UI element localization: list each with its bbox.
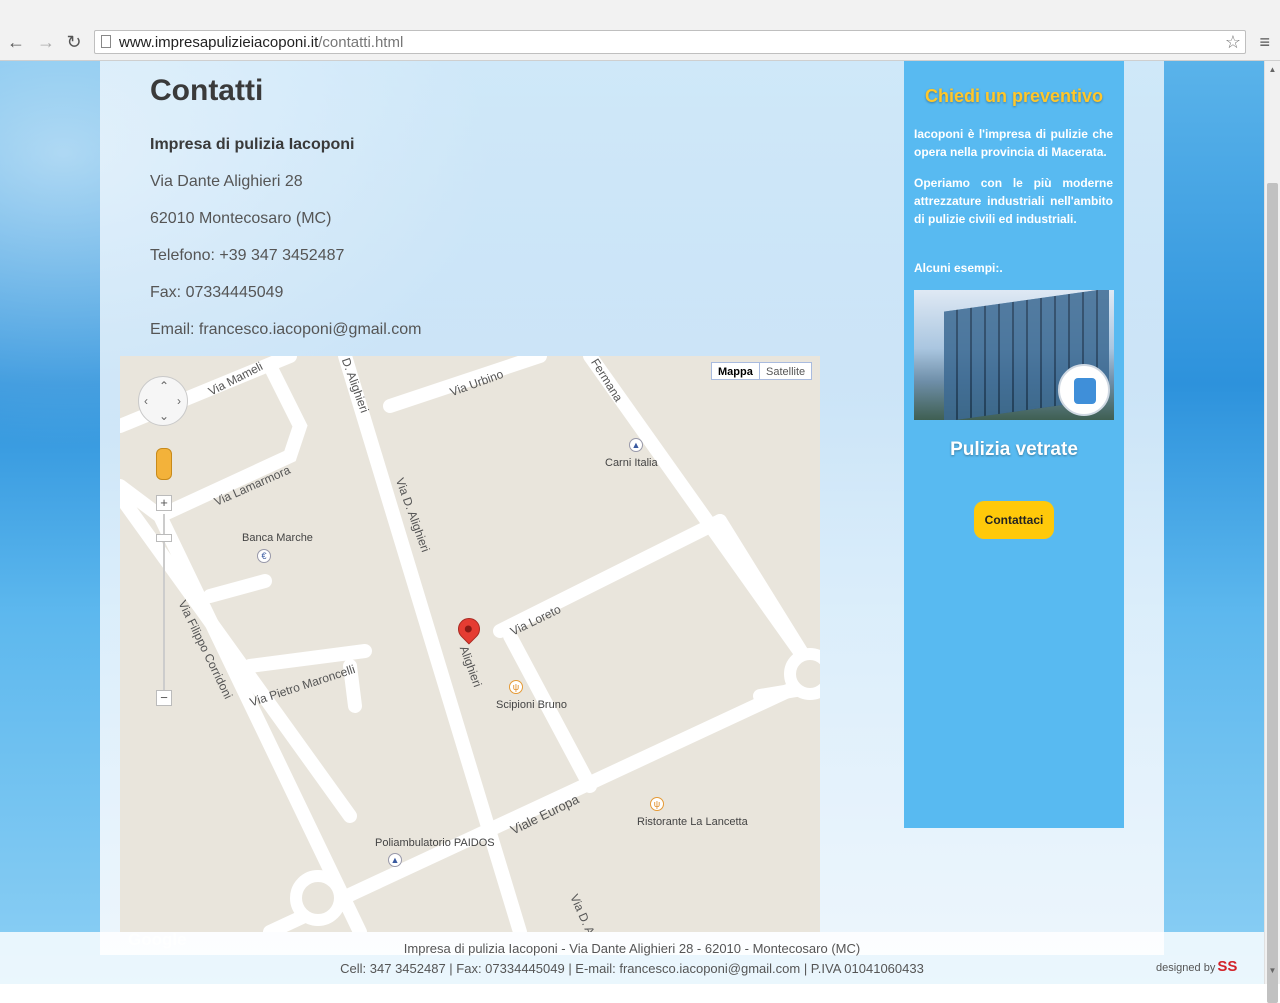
map-type-satellite[interactable]: Satellite (759, 362, 813, 380)
zoom-out-button[interactable]: − (156, 690, 172, 706)
company-name: Impresa di pulizia Iacoponi (150, 136, 355, 153)
sidebar-heading: Chiedi un preventivo (924, 86, 1104, 106)
restaurant-icon[interactable]: ψ (509, 680, 523, 694)
street-view-pegman-icon[interactable] (156, 448, 172, 480)
contattaci-button[interactable]: Contattaci (974, 501, 1054, 539)
menu-icon[interactable]: ≡ (1259, 32, 1270, 53)
scrollbar-thumb[interactable] (1267, 183, 1278, 1003)
browser-chrome: ← → ↻ www.impresapulizieiacoponi.it/cont… (0, 0, 1280, 61)
cleaning-cart-icon (1058, 364, 1110, 416)
sidebar-examples-label: Alcuni esempi:. (914, 261, 1003, 275)
zoom-in-button[interactable]: + (156, 495, 172, 511)
poi-label[interactable]: Scipioni Bruno (496, 699, 567, 711)
forward-icon[interactable]: → (36, 32, 56, 52)
pan-control[interactable]: ⌃ ⌄ ‹ › (138, 376, 188, 426)
address-bar[interactable]: www.impresapulizieiacoponi.it/contatti.h… (94, 30, 1246, 54)
url-domain: www.impresapulizieiacoponi.it (119, 34, 319, 51)
footer-contacts: Cell: 347 3452487 | Fax: 07334445049 | E… (340, 961, 924, 976)
zoom-slider-thumb[interactable] (156, 534, 172, 542)
fax-line: Fax: 07334445049 (150, 284, 284, 301)
service-caption: Pulizia vetrate (950, 439, 1078, 460)
designed-by-label: designed by (1156, 962, 1216, 974)
reload-icon[interactable]: ↻ (64, 32, 84, 52)
poi-label[interactable]: Banca Marche (242, 532, 313, 544)
email-line[interactable]: Email: francesco.iacoponi@gmail.com (150, 321, 421, 339)
sidebar-intro: Iacoponi è l'impresa di pulizie che oper… (914, 127, 1113, 159)
google-logo: Google (128, 930, 187, 949)
page-footer: Impresa di pulizia Iacoponi - Via Dante … (0, 932, 1264, 984)
scroll-up-icon[interactable]: ▲ (1265, 65, 1280, 79)
restaurant-icon[interactable]: ψ (650, 797, 664, 811)
phone-line: Telefono: +39 347 3452487 (150, 247, 345, 264)
scroll-down-icon[interactable]: ▼ (1265, 966, 1280, 980)
page-scrollbar[interactable]: ▲ ▼ (1264, 61, 1280, 1003)
tab-strip (0, 0, 1280, 28)
footer-address: Impresa di pulizia Iacoponi - Via Dante … (403, 941, 861, 956)
pan-left-icon[interactable]: ‹ (144, 394, 148, 408)
back-icon[interactable]: ← (6, 32, 26, 52)
address-line: Via Dante Alighieri 28 (150, 173, 303, 190)
page-title: Contatti (150, 74, 264, 107)
shop-icon[interactable]: ▲ (629, 438, 643, 452)
poi-label[interactable]: Carni Italia (605, 457, 658, 469)
city-line: 62010 Montecosaro (MC) (150, 210, 332, 227)
poi-label[interactable]: Ristorante La Lancetta (637, 816, 748, 828)
sidebar-quote-panel: Chiedi un preventivo Iacoponi è l'impres… (904, 61, 1124, 828)
map-type-mappa[interactable]: Mappa (711, 362, 760, 380)
bookmark-star-icon[interactable]: ☆ (1225, 32, 1241, 53)
url-text[interactable]: www.impresapulizieiacoponi.it/contatti.h… (119, 34, 403, 51)
clinic-icon[interactable]: ▲ (388, 853, 402, 867)
poi-label[interactable]: Poliambulatorio PAIDOS (375, 837, 495, 849)
designer-logo[interactable]: SS (1217, 958, 1237, 975)
pan-up-icon[interactable]: ⌃ (159, 379, 169, 393)
pan-right-icon[interactable]: › (177, 394, 181, 408)
sidebar-description: Operiamo con le più moderne attrezzature… (914, 176, 1113, 226)
url-path: /contatti.html (318, 34, 404, 51)
bank-icon[interactable]: € (257, 549, 271, 563)
google-map[interactable]: Mappa Satellite ⌃ ⌄ ‹ › + − Via Mameli V… (120, 356, 820, 932)
pan-down-icon[interactable]: ⌄ (159, 409, 169, 423)
designed-by[interactable]: designed by SS (1156, 958, 1237, 975)
page-icon (101, 35, 111, 48)
glass-building-image (914, 290, 1114, 420)
